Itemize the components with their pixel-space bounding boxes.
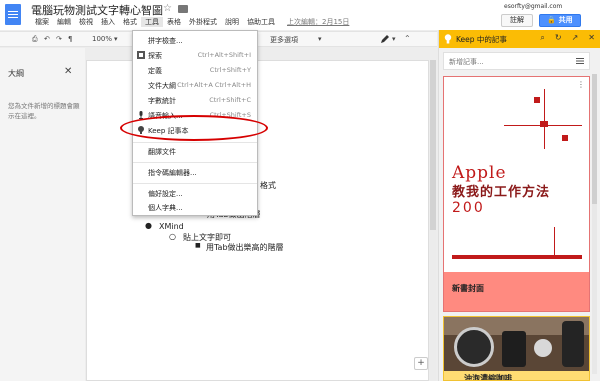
doc-line-format[interactable]: 格式: [260, 180, 276, 191]
cover-title-cn: 教我的工作方法: [452, 185, 551, 200]
chevron-down-icon[interactable]: ▾: [318, 35, 322, 43]
menu-accessibility[interactable]: 協助工具: [243, 17, 279, 27]
share-label: 共用: [558, 16, 573, 24]
last-edit-link[interactable]: 上次編輯：2月15日: [283, 17, 353, 27]
redo-icon[interactable]: ↷: [56, 35, 62, 43]
undo-icon[interactable]: ↶: [44, 35, 50, 43]
doc-line-lego[interactable]: 用Tab做出樂高的階層: [206, 242, 284, 253]
close-icon[interactable]: ✕: [588, 33, 595, 43]
menu-addons[interactable]: 外掛程式: [185, 17, 221, 27]
photo-bottle: [502, 331, 526, 367]
open-new-window-icon[interactable]: ↗: [572, 33, 579, 43]
top-bar: 電腦玩物測試文字轉心智圖 ☆ 檔案 編輯 檢視 插入 格式 工具 表格 外掛程式…: [0, 0, 600, 30]
menu-item-translate-document[interactable]: 翻譯文件: [133, 145, 257, 158]
menu-item-document-outline[interactable]: 文件大綱 Ctrl+Alt+A Ctrl+Alt+H: [133, 79, 257, 92]
cover-title-en: Apple: [452, 163, 507, 183]
menu-format[interactable]: 格式: [119, 17, 141, 27]
close-icon[interactable]: ✕: [64, 66, 72, 77]
cover-line: [554, 227, 555, 257]
menu-item-spellcheck[interactable]: 拼字檢查...: [133, 34, 257, 47]
new-note-placeholder: 新增記事...: [449, 58, 484, 66]
refresh-icon[interactable]: ↻: [555, 33, 562, 43]
keep-panel: Keep 中的記事 ⌕ ↻ ↗ ✕ 新增記事... ⋮ Apple 教我的工作方…: [438, 30, 600, 381]
cover-square: [540, 121, 548, 127]
cover-square: [534, 97, 540, 103]
menu-item-word-count[interactable]: 字數統計 Ctrl+Shift+C: [133, 94, 257, 107]
menu-help[interactable]: 說明: [221, 17, 243, 27]
new-note-input[interactable]: 新增記事...: [443, 52, 590, 70]
more-options-button[interactable]: 更多選項: [270, 35, 298, 45]
keep-panel-title: Keep 中的記事: [456, 35, 507, 44]
lock-icon: 🔒: [547, 16, 557, 24]
photo-espresso: [534, 339, 552, 357]
chevron-down-icon[interactable]: ▾: [392, 35, 396, 43]
menu-view[interactable]: 檢視: [75, 17, 97, 27]
docs-logo-icon[interactable]: [5, 4, 21, 25]
note-title: 沖泡濃縮咖啡: [464, 374, 512, 381]
cover-line: [504, 125, 582, 126]
menu-divider: [133, 142, 257, 143]
collapse-toolbar-icon[interactable]: ⌃: [404, 34, 411, 43]
photo-cup: [454, 327, 494, 367]
comments-button[interactable]: 註解: [501, 14, 533, 27]
list-icon[interactable]: [576, 57, 584, 65]
menu-insert[interactable]: 插入: [97, 17, 119, 27]
more-options-icon[interactable]: ⋮: [577, 80, 585, 89]
cover-square: [562, 135, 568, 141]
keep-scrollbar[interactable]: [592, 74, 597, 374]
photo-grinder: [562, 321, 584, 367]
menu-file[interactable]: 檔案: [31, 17, 53, 27]
coffee-photo-image: [444, 317, 589, 371]
cover-number: 200: [452, 200, 485, 216]
scrollbar-thumb[interactable]: [430, 60, 436, 230]
keep-note-card[interactable]: ⋮ Apple 教我的工作方法 200 新書封面: [443, 76, 590, 312]
explore-icon: [137, 51, 145, 59]
scrollbar-thumb[interactable]: [592, 74, 597, 204]
search-icon[interactable]: ⌕: [540, 33, 544, 43]
bullet-icon: ●: [145, 221, 152, 230]
star-icon[interactable]: ☆: [163, 4, 172, 14]
menu-item-preferences[interactable]: 偏好設定...: [133, 187, 257, 200]
zoom-select[interactable]: 100%: [92, 35, 112, 43]
book-cover-image: ⋮ Apple 教我的工作方法 200: [444, 77, 589, 272]
highlight-annotation: [120, 115, 268, 141]
bullet-icon: ○: [169, 232, 176, 241]
menu-edit[interactable]: 編輯: [53, 17, 75, 27]
outline-description: 您為文件新增的標題會顯示在這裡。: [8, 102, 80, 120]
outline-title: 大綱: [8, 69, 24, 78]
menu-tools[interactable]: 工具: [141, 17, 163, 27]
outline-panel: 大綱 ✕ 您為文件新增的標題會顯示在這裡。: [0, 48, 85, 381]
paint-format-icon[interactable]: ¶: [68, 35, 72, 43]
account-email[interactable]: esorfty@gmail.com: [504, 3, 562, 10]
menu-bar: 檔案 編輯 檢視 插入 格式 工具 表格 外掛程式 說明 協助工具 上次編輯：2…: [31, 17, 353, 27]
menu-item-script-editor[interactable]: 指令碼編輯器...: [133, 166, 257, 179]
print-icon[interactable]: ⎙: [32, 35, 38, 44]
share-button[interactable]: 🔒 共用: [539, 14, 581, 27]
menu-divider: [133, 183, 257, 184]
keep-lightbulb-icon: [444, 34, 452, 44]
doc-line-xmind[interactable]: XMind: [159, 222, 184, 231]
menu-item-personal-dictionary[interactable]: 個人字典...: [133, 201, 257, 214]
folder-icon[interactable]: [178, 5, 188, 13]
keep-note-card[interactable]: 沖泡濃縮咖啡: [443, 316, 590, 381]
cover-line: [544, 89, 545, 149]
menu-item-explore[interactable]: 探索 Ctrl+Alt+Shift+I: [133, 49, 257, 62]
add-comment-icon[interactable]: +: [414, 357, 428, 370]
title-actions: ☆: [163, 4, 188, 14]
note-title: 新書封面: [452, 284, 484, 293]
menu-table[interactable]: 表格: [163, 17, 185, 27]
keep-header-actions: ⌕ ↻ ↗ ✕: [540, 33, 595, 43]
keep-header: Keep 中的記事 ⌕ ↻ ↗ ✕: [439, 30, 600, 48]
document-scrollbar[interactable]: [430, 60, 436, 381]
chevron-down-icon[interactable]: ▾: [114, 35, 118, 43]
document-title[interactable]: 電腦玩物測試文字轉心智圖: [31, 2, 163, 18]
menu-divider: [133, 162, 257, 163]
bullet-icon: ■: [195, 242, 201, 249]
cover-bar: [452, 255, 582, 259]
menu-item-define[interactable]: 定義 Ctrl+Shift+Y: [133, 64, 257, 77]
pencil-icon[interactable]: [380, 34, 390, 44]
